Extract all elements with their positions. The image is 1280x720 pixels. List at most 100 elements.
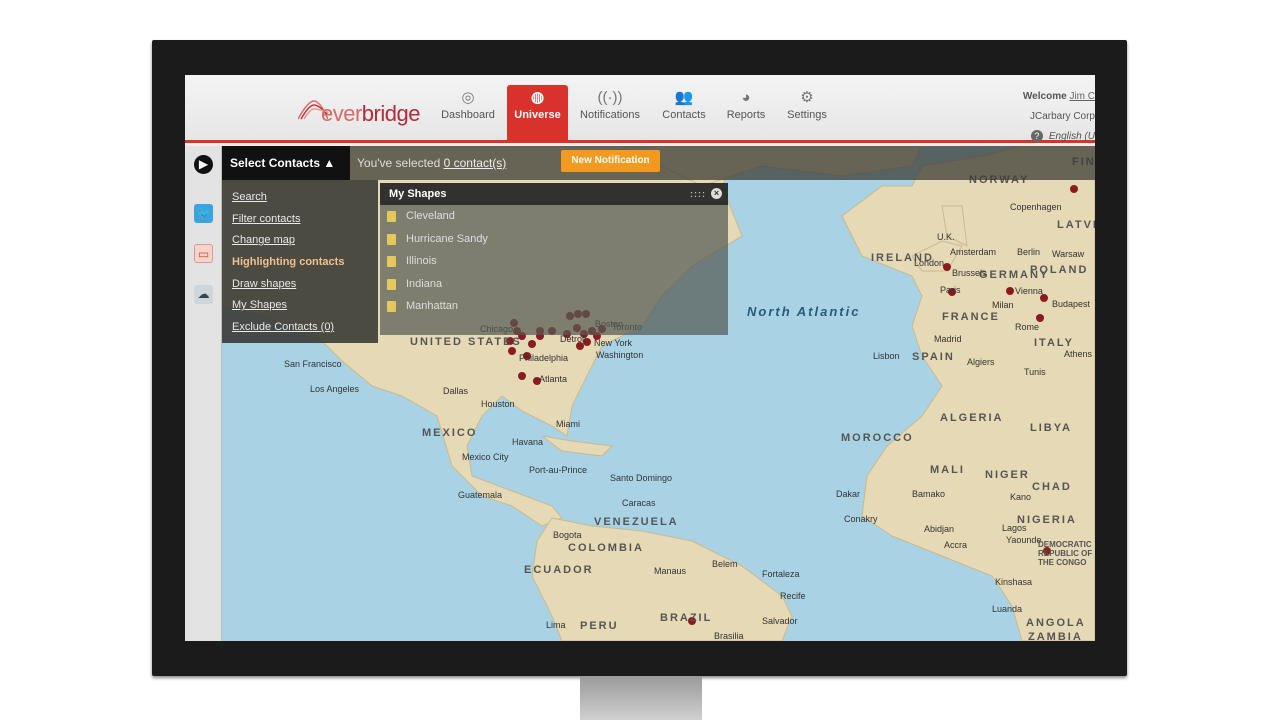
map-label: BRAZIL — [660, 612, 713, 624]
folder-icon — [387, 233, 396, 245]
menu-item[interactable]: My Shapes — [232, 295, 368, 317]
map-label: Bamako — [912, 489, 946, 499]
contact-dot[interactable] — [518, 372, 526, 380]
map-label: Philadelphia — [519, 353, 569, 363]
nav-notifications[interactable]: ((·)) Notifications — [575, 87, 645, 143]
menu-item[interactable]: Draw shapes — [232, 274, 368, 296]
map-label: Caracas — [622, 498, 656, 508]
map-label: ITALY — [1034, 337, 1074, 349]
close-icon[interactable]: × — [711, 188, 722, 199]
map-label: MALI — [930, 464, 965, 476]
menu-item[interactable]: Change map — [232, 230, 368, 252]
map-label: Accra — [944, 540, 968, 550]
contact-dot[interactable] — [508, 347, 516, 355]
logo-part2: bridge — [361, 101, 421, 126]
map-label: Guatemala — [458, 490, 503, 500]
map-toolbar: Select Contacts ▲ You've selected 0 cont… — [222, 146, 1095, 180]
my-shapes-header[interactable]: My Shapes:::: × — [380, 183, 728, 205]
contact-dot[interactable] — [1006, 287, 1014, 295]
shape-item[interactable]: Hurricane Sandy — [380, 228, 728, 251]
logo[interactable]: everbridge — [321, 101, 420, 127]
map-label: Copenhagen — [1010, 202, 1062, 212]
select-contacts-button[interactable]: Select Contacts ▲ — [222, 146, 350, 180]
play-icon[interactable]: ▶ — [194, 155, 213, 174]
map-label: North Atlantic — [747, 304, 861, 319]
shape-label: Hurricane Sandy — [406, 232, 488, 245]
map-label: Dakar — [836, 489, 861, 499]
map-label: CHAD — [1032, 481, 1072, 493]
contact-dot[interactable] — [943, 263, 951, 271]
map-label: Tunis — [1024, 367, 1046, 377]
contact-dot[interactable] — [1036, 314, 1044, 322]
map-label: Recife — [780, 591, 806, 601]
map-label: Manaus — [654, 566, 687, 576]
twitter-icon[interactable]: 🐦 — [194, 204, 213, 223]
map-label: Conakry — [844, 514, 878, 524]
nav-label: Settings — [787, 109, 827, 121]
menu-item[interactable]: Filter contacts — [232, 209, 368, 231]
left-sidebar: ▶ 🐦 ▭ ☁ — [185, 146, 222, 641]
gear-icon: ⚙ — [800, 89, 814, 106]
nav-settings[interactable]: ⚙ Settings — [772, 87, 842, 143]
help-icon[interactable]: ? — [1030, 130, 1043, 142]
map-label: Paris — [940, 285, 961, 295]
map-label: Abidjan — [924, 524, 955, 534]
map-label: COLOMBIA — [568, 542, 644, 554]
monitor-stand — [580, 676, 702, 720]
map-label: Kano — [1010, 492, 1032, 502]
app-screen: everbridge ◎ Dashboard ◍ Universe ((·)) Not… — [185, 75, 1095, 641]
menu-item[interactable]: Highlighting contacts — [232, 252, 368, 274]
map-label: Washington — [596, 350, 644, 360]
map-label: Amsterdam — [950, 247, 997, 257]
selected-contacts-link[interactable]: 0 contact(s) — [444, 156, 507, 170]
folder-icon — [387, 256, 396, 268]
menu-item[interactable]: Search — [232, 187, 368, 209]
language-select[interactable]: English (U — [1049, 131, 1095, 142]
map-label: Detroit — [560, 334, 587, 344]
nav-universe[interactable]: ◍ Universe — [507, 85, 568, 143]
user-info: Welcome Jim C JCarbary Corp ? English (U — [1023, 87, 1095, 147]
map-label: Mexico City — [462, 452, 509, 462]
map-label: GERMANY — [979, 269, 1050, 281]
shape-item[interactable]: Manhattan — [380, 295, 728, 318]
map-label: ECUADOR — [524, 564, 594, 576]
antenna-icon: ((·)) — [597, 89, 623, 106]
map-label: Berlin — [1017, 247, 1041, 257]
selection-status: You've selected 0 contact(s) — [357, 156, 506, 170]
nav-dashboard[interactable]: ◎ Dashboard — [433, 87, 503, 143]
map-label: Lisbon — [873, 351, 900, 361]
nav-contacts[interactable]: 👥 Contacts — [649, 87, 719, 143]
map-label: ALGERIA — [940, 412, 1004, 424]
new-notification-button[interactable]: New Notification — [561, 150, 660, 172]
map-label: Santo Domingo — [610, 473, 673, 483]
folder-icon — [387, 211, 396, 222]
map-label: Lima — [546, 620, 566, 630]
map-label: Rome — [1015, 322, 1040, 332]
globe-icon: ◍ — [530, 89, 545, 106]
message-icon[interactable]: ▭ — [194, 244, 213, 263]
map-label: Fortaleza — [762, 569, 800, 579]
nav-reports[interactable]: ◕ Reports — [711, 87, 781, 143]
map-label: NIGERIA — [1017, 514, 1077, 526]
map-label: MOROCCO — [841, 432, 914, 444]
welcome-text: Welcome — [1022, 91, 1067, 102]
map-label: NIGER — [985, 469, 1030, 481]
shape-label: Cleveland — [406, 210, 455, 222]
shape-item[interactable]: Indiana — [380, 273, 728, 296]
map-label: UNITED STATES — [410, 336, 522, 348]
shape-label: Illinois — [406, 255, 437, 268]
map-label: Bogota — [553, 530, 582, 540]
shape-item[interactable]: Cleveland — [380, 205, 728, 228]
shape-item[interactable]: Illinois — [380, 250, 728, 273]
nav-label: Reports — [726, 109, 766, 121]
user-link[interactable]: Jim C — [1069, 91, 1095, 102]
weather-icon[interactable]: ☁ — [194, 285, 213, 304]
map-label: VENEZUELA — [594, 516, 679, 528]
drag-handle-icon[interactable]: :::: — [690, 183, 706, 205]
map-label: Brasilia — [714, 631, 744, 641]
contact-dot[interactable] — [528, 340, 536, 348]
menu-item[interactable]: Exclude Contacts (0) — [232, 317, 368, 339]
contact-dot[interactable] — [1070, 185, 1078, 193]
map-label: ZAMBIA — [1028, 631, 1083, 641]
map-label: FRANCE — [942, 311, 1000, 323]
